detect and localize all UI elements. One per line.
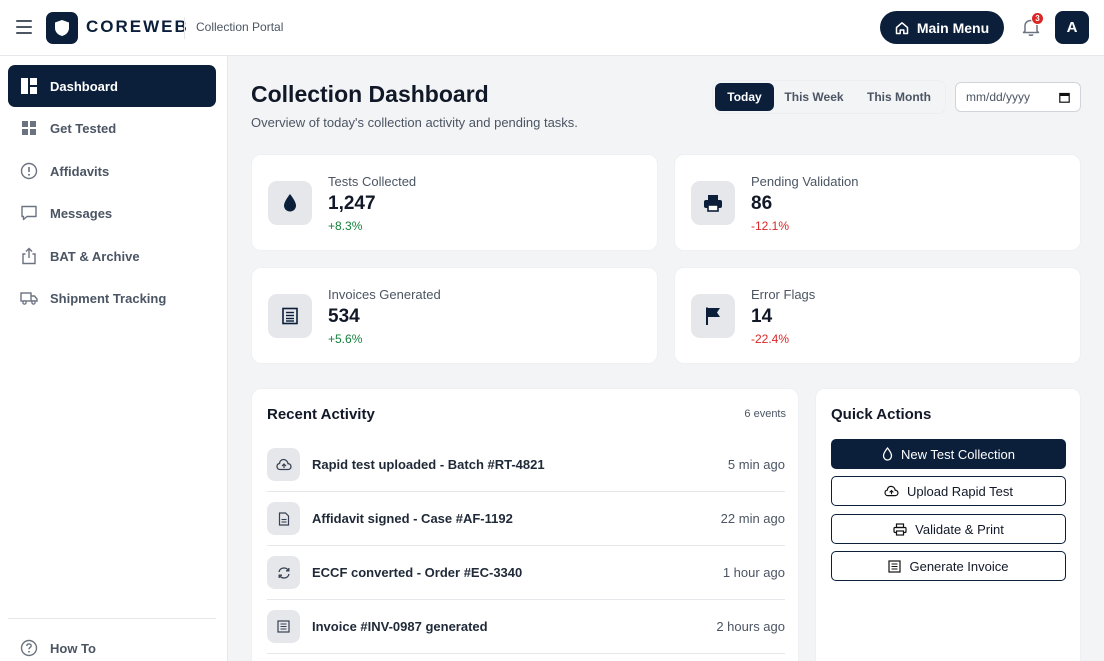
main-menu-label: Main Menu xyxy=(916,19,990,36)
range-today-button[interactable]: Today xyxy=(715,83,774,111)
message-icon xyxy=(20,204,38,222)
page-title: Collection Dashboard xyxy=(251,81,489,107)
date-range-toggle: Today This Week This Month xyxy=(712,80,946,114)
dashboard-icon xyxy=(20,77,38,95)
printer-icon xyxy=(893,522,907,536)
invoice-icon xyxy=(267,610,300,643)
generate-invoice-button[interactable]: Generate Invoice xyxy=(831,551,1066,581)
sidebar-item-dashboard[interactable]: Dashboard xyxy=(8,65,216,107)
stat-label: Invoices Generated xyxy=(328,287,441,302)
printer-icon xyxy=(691,181,735,225)
alert-circle-icon xyxy=(20,162,38,180)
avatar[interactable]: A xyxy=(1055,11,1089,44)
activity-time: 2 hours ago xyxy=(716,619,785,634)
activity-text: ECCF converted - Order #EC-3340 xyxy=(312,565,523,580)
stat-delta: -22.4% xyxy=(751,332,790,346)
stat-value: 534 xyxy=(328,306,360,327)
portal-subtitle: Collection Portal xyxy=(196,20,284,34)
button-label: New Test Collection xyxy=(901,446,1015,462)
activity-row[interactable]: Rapid test uploaded - Batch #RT-4821 5 m… xyxy=(267,438,785,492)
hamburger-menu-icon[interactable] xyxy=(16,20,32,34)
stat-label: Error Flags xyxy=(751,287,816,302)
sidebar-item-label: Shipment Tracking xyxy=(50,290,167,306)
invoice-icon xyxy=(888,559,902,573)
recent-activity-title: Recent Activity xyxy=(267,406,375,423)
grid-icon xyxy=(20,119,38,137)
activity-time: 22 min ago xyxy=(720,511,785,526)
activity-text: Invoice #INV-0987 generated xyxy=(312,619,488,634)
recent-activity-panel: Recent Activity 6 events Rapid test uplo… xyxy=(251,388,799,661)
quick-actions-panel: Quick Actions New Test Collection Upload… xyxy=(815,388,1081,661)
stat-delta: +8.3% xyxy=(328,219,363,233)
stat-value: 1,247 xyxy=(328,193,376,214)
stat-delta: -12.1% xyxy=(751,219,790,233)
calendar-icon[interactable] xyxy=(1059,92,1070,103)
sidebar-item-get-tested[interactable]: Get Tested xyxy=(8,107,216,149)
cloud-upload-icon xyxy=(884,485,899,497)
sidebar-item-label: Messages xyxy=(50,205,113,221)
sidebar-divider xyxy=(8,618,216,619)
date-input[interactable]: mm/dd/yyyy xyxy=(955,82,1081,112)
share-icon xyxy=(20,247,38,265)
document-icon xyxy=(267,502,300,535)
brand-name: COREWEB xyxy=(86,17,189,36)
sidebar-item-messages[interactable]: Messages xyxy=(8,192,216,234)
sidebar: Dashboard Get Tested Affidavits Messages… xyxy=(0,56,228,661)
activity-time: 5 min ago xyxy=(727,457,785,472)
shield-logo-icon xyxy=(46,12,78,44)
drop-icon xyxy=(268,181,312,225)
activity-text: Rapid test uploaded - Batch #RT-4821 xyxy=(312,457,545,472)
activity-time: 1 hour ago xyxy=(722,565,785,580)
activity-row[interactable]: Invoice #INV-0987 generated 2 hours ago xyxy=(267,600,785,654)
sidebar-item-how-to[interactable]: How To xyxy=(8,627,216,661)
sidebar-item-label: Dashboard xyxy=(50,78,118,94)
help-icon xyxy=(20,639,38,657)
refresh-icon xyxy=(267,556,300,589)
sidebar-item-label: Get Tested xyxy=(50,120,117,136)
activity-text: Affidavit signed - Case #AF-1192 xyxy=(312,511,513,526)
cloud-upload-icon xyxy=(267,448,300,481)
page-subtitle: Overview of today's collection activity … xyxy=(251,115,578,130)
flag-icon xyxy=(691,294,735,338)
stat-value: 14 xyxy=(751,306,773,327)
button-label: Validate & Print xyxy=(915,521,1004,537)
home-icon xyxy=(895,21,909,34)
top-bar: COREWEB Collection Portal Main Menu 3 A xyxy=(0,0,1104,56)
sidebar-item-label: How To xyxy=(50,640,96,656)
stat-label: Pending Validation xyxy=(751,174,859,189)
invoice-icon xyxy=(268,294,312,338)
quick-actions-title: Quick Actions xyxy=(831,406,932,423)
sidebar-item-affidavits[interactable]: Affidavits xyxy=(8,150,216,192)
button-label: Generate Invoice xyxy=(909,558,1009,574)
sidebar-item-label: BAT & Archive xyxy=(50,248,140,264)
stat-label: Tests Collected xyxy=(328,174,417,189)
sidebar-item-label: Affidavits xyxy=(50,163,110,179)
button-label: Upload Rapid Test xyxy=(907,483,1013,499)
activity-row[interactable]: ECCF converted - Order #EC-3340 1 hour a… xyxy=(267,546,785,600)
new-test-collection-button[interactable]: New Test Collection xyxy=(831,439,1066,469)
activity-row[interactable]: Affidavit signed - Case #AF-1192 22 min … xyxy=(267,492,785,546)
main-menu-button[interactable]: Main Menu xyxy=(880,11,1004,44)
truck-icon xyxy=(20,289,38,307)
drop-icon xyxy=(882,447,893,461)
events-count: 6 events xyxy=(744,408,786,420)
range-this-week-button[interactable]: This Week xyxy=(777,83,851,111)
stat-card-pending-validation: Pending Validation 86 -12.1% xyxy=(674,154,1081,251)
date-placeholder: mm/dd/yyyy xyxy=(966,90,1031,104)
validate-print-button[interactable]: Validate & Print xyxy=(831,514,1066,544)
stat-value: 86 xyxy=(751,193,773,214)
sidebar-item-bat-archive[interactable]: BAT & Archive xyxy=(8,235,216,277)
stat-card-tests-collected: Tests Collected 1,247 +8.3% xyxy=(251,154,658,251)
range-this-month-button[interactable]: This Month xyxy=(855,83,943,111)
sidebar-item-shipment-tracking[interactable]: Shipment Tracking xyxy=(8,277,216,319)
stat-delta: +5.6% xyxy=(328,332,363,346)
notification-badge: 3 xyxy=(1031,12,1044,25)
brand-divider xyxy=(184,17,185,39)
upload-rapid-test-button[interactable]: Upload Rapid Test xyxy=(831,476,1066,506)
stat-card-invoices-generated: Invoices Generated 534 +5.6% xyxy=(251,267,658,364)
stat-card-error-flags: Error Flags 14 -22.4% xyxy=(674,267,1081,364)
